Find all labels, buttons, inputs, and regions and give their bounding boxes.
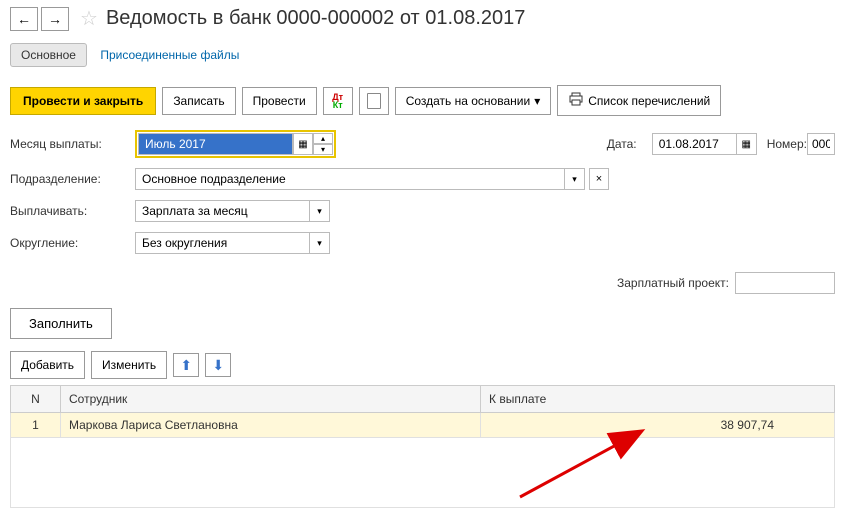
document-icon xyxy=(367,93,381,109)
rounding-dropdown-button[interactable]: ▾ xyxy=(310,232,330,254)
col-header-payout[interactable]: К выплате xyxy=(481,386,835,413)
rounding-input[interactable] xyxy=(135,232,310,254)
save-button[interactable]: Записать xyxy=(162,87,235,115)
date-input[interactable] xyxy=(652,133,737,155)
payout-table: N Сотрудник К выплате 1 Маркова Лариса С… xyxy=(10,385,835,508)
document-button[interactable] xyxy=(359,87,389,115)
post-button[interactable]: Провести xyxy=(242,87,317,115)
dt-kt-icon: ДтКт xyxy=(332,93,343,109)
rounding-label: Округление: xyxy=(10,236,135,250)
fill-button[interactable]: Заполнить xyxy=(10,308,112,339)
tab-attached-files[interactable]: Присоединенные файлы xyxy=(94,44,245,66)
salary-project-label: Зарплатный проект: xyxy=(617,276,729,290)
calendar-icon: ▦ xyxy=(741,139,750,150)
page-title: Ведомость в банк 0000-000002 от 01.08.20… xyxy=(106,7,525,30)
empty-row xyxy=(11,438,835,508)
number-label: Номер: xyxy=(767,137,807,151)
month-up-button[interactable]: ▴ xyxy=(313,133,333,144)
month-highlight: ▦ ▴ ▾ xyxy=(135,130,336,158)
col-header-n[interactable]: N xyxy=(11,386,61,413)
arrow-down-icon: ⬇ xyxy=(212,357,224,374)
arrow-up-icon: ⬆ xyxy=(180,357,192,374)
date-calendar-button[interactable]: ▦ xyxy=(737,133,757,155)
department-input[interactable] xyxy=(135,168,565,190)
department-clear-button[interactable]: × xyxy=(589,168,609,190)
create-based-on-button[interactable]: Создать на основании ▾ xyxy=(395,87,552,115)
pay-type-dropdown-button[interactable]: ▾ xyxy=(310,200,330,222)
calendar-icon: ▦ xyxy=(298,139,307,150)
table-row[interactable]: 1 Маркова Лариса Светлановна 38 907,74 xyxy=(11,413,835,438)
move-up-button[interactable]: ⬆ xyxy=(173,353,199,377)
month-input[interactable] xyxy=(138,133,293,155)
star-icon[interactable]: ☆ xyxy=(80,6,98,31)
chevron-down-icon: ▾ xyxy=(534,94,540,108)
add-button[interactable]: Добавить xyxy=(10,351,85,379)
tab-main[interactable]: Основное xyxy=(10,43,87,67)
col-header-employee[interactable]: Сотрудник xyxy=(61,386,481,413)
department-dropdown-button[interactable]: ▾ xyxy=(565,168,585,190)
row-amount: 38 907,74 xyxy=(481,413,835,438)
dt-kt-button[interactable]: ДтКт xyxy=(323,87,353,115)
date-label: Дата: xyxy=(607,137,652,151)
list-transfers-button[interactable]: Список перечислений xyxy=(557,85,721,116)
forward-button[interactable]: → xyxy=(41,7,69,31)
post-and-close-button[interactable]: Провести и закрыть xyxy=(10,87,156,115)
month-spinner: ▴ ▾ xyxy=(313,133,333,155)
edit-button[interactable]: Изменить xyxy=(91,351,167,379)
month-down-button[interactable]: ▾ xyxy=(313,144,333,155)
row-employee: Маркова Лариса Светлановна xyxy=(61,413,481,438)
salary-project-input[interactable] xyxy=(735,272,835,294)
printer-icon xyxy=(568,92,584,109)
move-down-button[interactable]: ⬇ xyxy=(205,353,231,377)
pay-label: Выплачивать: xyxy=(10,204,135,218)
number-input[interactable] xyxy=(807,133,835,155)
row-n: 1 xyxy=(11,413,61,438)
back-button[interactable]: ← xyxy=(10,7,38,31)
pay-type-input[interactable] xyxy=(135,200,310,222)
month-calendar-button[interactable]: ▦ xyxy=(293,133,313,155)
department-label: Подразделение: xyxy=(10,172,135,186)
month-label: Месяц выплаты: xyxy=(10,137,135,151)
